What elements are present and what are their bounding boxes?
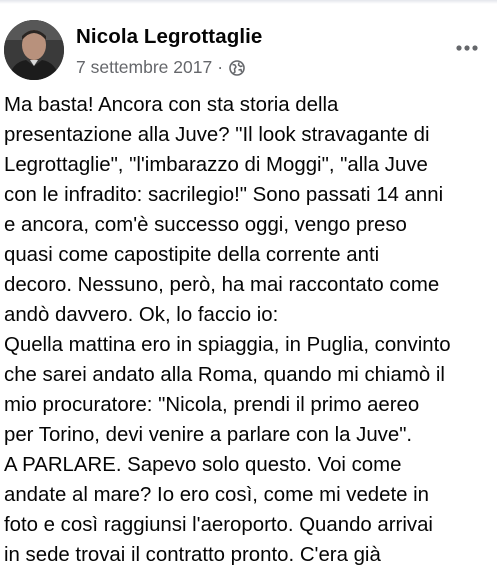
more-options-button[interactable] (449, 30, 485, 66)
post-text-line: con le infradito: sacrilegio!" Sono pass… (4, 184, 444, 206)
post-text-line: quasi come capostipite della corrente an… (4, 244, 380, 266)
more-dots-icon (456, 45, 478, 51)
meta-separator: · (217, 57, 224, 77)
post-text: Ma basta! Ancora con sta storia della pr… (4, 90, 496, 570)
post-text-line: mio procuratore: "Nicola, prendi il prim… (4, 394, 420, 416)
globe-icon[interactable] (229, 59, 245, 76)
post-text-line: decoro. Nessuno, però, ha mai raccontato… (4, 274, 440, 296)
avatar-photo (4, 20, 64, 80)
post-text-line: A PARLARE. Sapevo solo questo. Voi come (4, 454, 402, 476)
post-header: Nicola Legrottaglie 7 settembre 2017 · (0, 20, 497, 84)
post-text-line: foto e così raggiunsi l'aeroporto. Quand… (4, 514, 433, 536)
top-divider (0, 0, 497, 4)
post-text-line: per Torino, devi venire a parlare con la… (4, 424, 413, 446)
author-name[interactable]: Nicola Legrottaglie (76, 25, 262, 49)
post-date[interactable]: 7 settembre 2017 (76, 57, 212, 78)
post-text-line: andate al mare? Io ero così, come mi ved… (4, 484, 430, 506)
post-text-line: Legrottaglie", "l'imbarazzo di Moggi", "… (4, 154, 428, 176)
post-text-line: in sede trovai il contratto pronto. C'er… (4, 544, 381, 566)
post-text-line: presentazione alla Juve? "Il look strava… (4, 124, 430, 146)
post-text-line: che sarei andato alla Roma, quando mi ch… (4, 364, 445, 386)
post-meta: 7 settembre 2017 · (76, 57, 245, 78)
post-text-line: Quella mattina ero in spiaggia, in Pugli… (4, 334, 451, 356)
post-text-line: andò davvero. Ok, lo faccio io: (4, 304, 279, 326)
avatar[interactable] (4, 20, 64, 80)
post-text-line: e ancora, com'è successo oggi, vengo pre… (4, 214, 407, 236)
post-text-line: Ma basta! Ancora con sta storia della (4, 94, 339, 116)
